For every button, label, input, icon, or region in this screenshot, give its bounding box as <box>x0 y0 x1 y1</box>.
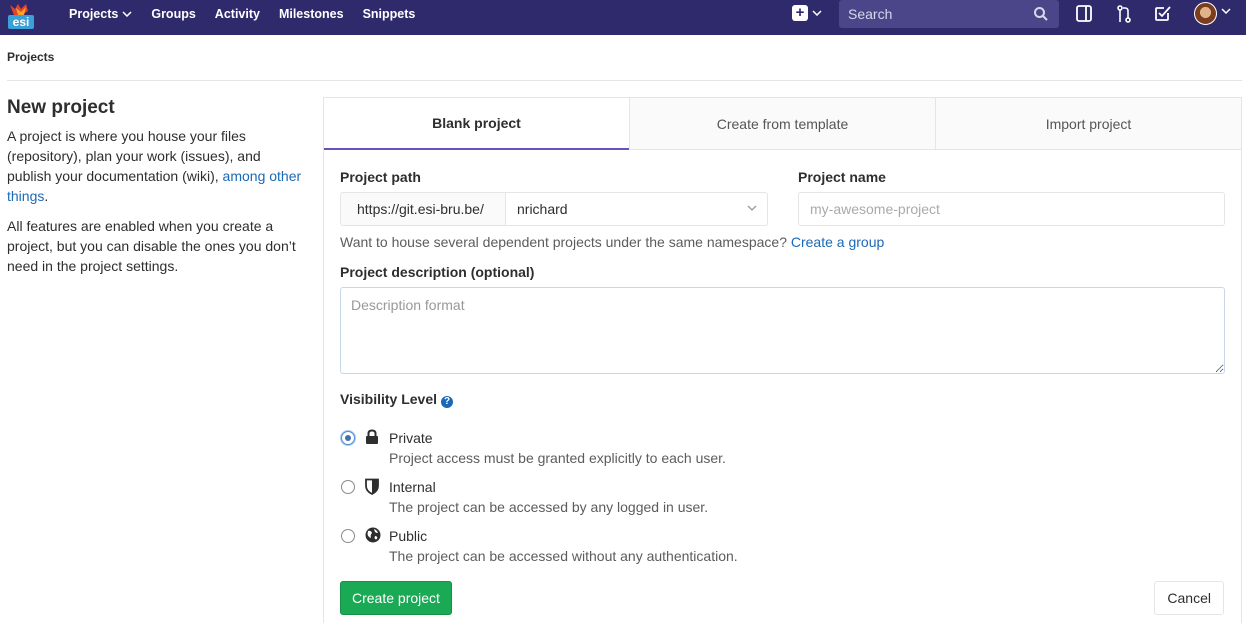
search-input[interactable] <box>848 0 1028 28</box>
cancel-button[interactable]: Cancel <box>1154 581 1224 615</box>
search-icon[interactable] <box>1033 6 1049 22</box>
chevron-down-icon[interactable] <box>1221 8 1231 14</box>
chevron-down-icon <box>122 11 132 17</box>
internal-title: Internal <box>389 479 436 495</box>
private-description: Project access must be granted explicitl… <box>389 450 726 466</box>
project-path-label: Project path <box>340 169 421 185</box>
shield-icon <box>365 478 379 495</box>
namespace-help: Want to house several dependent projects… <box>340 234 884 250</box>
breadcrumb[interactable]: Projects <box>7 50 54 64</box>
avatar[interactable] <box>1194 2 1217 25</box>
features-paragraph: All features are enabled when you create… <box>7 218 296 274</box>
nav-projects-label: Projects <box>69 7 119 21</box>
tab-import-project[interactable]: Import project <box>935 98 1241 149</box>
tab-blank-project[interactable]: Blank project <box>324 98 629 150</box>
public-description: The project can be accessed without any … <box>389 548 738 564</box>
public-title: Public <box>389 528 428 544</box>
namespace-select[interactable]: nrichard <box>506 192 768 226</box>
create-group-link[interactable]: Create a group <box>791 234 884 250</box>
plus-square-icon: + <box>792 5 808 21</box>
description-label: Project description (optional) <box>340 264 535 280</box>
divider <box>7 80 1242 81</box>
public-radio[interactable] <box>341 529 355 543</box>
new-project-panel: Blank project Create from template Impor… <box>323 97 1242 623</box>
lock-icon <box>366 429 378 444</box>
path-prefix: https://git.esi-bru.be/ <box>340 192 506 226</box>
nav-snippets[interactable]: Snippets <box>363 7 416 21</box>
project-name-input[interactable] <box>798 192 1225 226</box>
description-textarea[interactable] <box>340 287 1225 374</box>
todo-check-icon[interactable] <box>1154 5 1171 22</box>
globe-icon <box>365 527 381 543</box>
private-radio[interactable] <box>341 431 355 445</box>
visibility-label: Visibility Level? <box>340 391 454 408</box>
new-item-dropdown[interactable]: + <box>792 5 822 21</box>
internal-radio[interactable] <box>341 480 355 494</box>
nav-milestones[interactable]: Milestones <box>279 7 344 21</box>
nav-projects[interactable]: Projects <box>69 7 132 21</box>
help-icon[interactable]: ? <box>441 396 454 408</box>
visibility-label-text: Visibility Level <box>340 391 438 407</box>
visibility-private: Private Project access must be granted e… <box>340 429 840 473</box>
intro-paragraph: A project is where you house your files … <box>7 126 303 206</box>
internal-description: The project can be accessed by any logge… <box>389 499 709 515</box>
merge-request-icon[interactable] <box>1117 5 1131 23</box>
visibility-internal: Internal The project can be accessed by … <box>340 478 840 522</box>
tab-create-from-template[interactable]: Create from template <box>629 98 935 149</box>
esi-logo[interactable]: esi <box>6 3 36 29</box>
logo-text: esi <box>13 15 30 29</box>
namespace-value: nrichard <box>517 201 568 217</box>
sidebar-toggle-icon[interactable] <box>1076 5 1092 22</box>
project-name-label: Project name <box>798 169 886 185</box>
main-nav: Projects Groups Activity Milestones Snip… <box>69 0 434 28</box>
nav-activity[interactable]: Activity <box>215 7 260 21</box>
intro-section: New project A project is where you house… <box>7 97 303 286</box>
nav-groups[interactable]: Groups <box>151 7 195 21</box>
search-box <box>839 0 1059 28</box>
chevron-down-icon <box>747 205 757 211</box>
namespace-help-text: Want to house several dependent projects… <box>340 234 787 250</box>
project-tabs: Blank project Create from template Impor… <box>324 98 1241 150</box>
chevron-down-icon <box>812 10 822 16</box>
visibility-public: Public The project can be accessed witho… <box>340 527 840 571</box>
top-navbar: esi Projects Groups Activity Milestones … <box>0 0 1246 35</box>
page-title: New project <box>7 97 115 118</box>
create-project-button[interactable]: Create project <box>340 581 452 615</box>
private-title: Private <box>389 430 433 446</box>
intro-text-end: . <box>44 188 49 204</box>
